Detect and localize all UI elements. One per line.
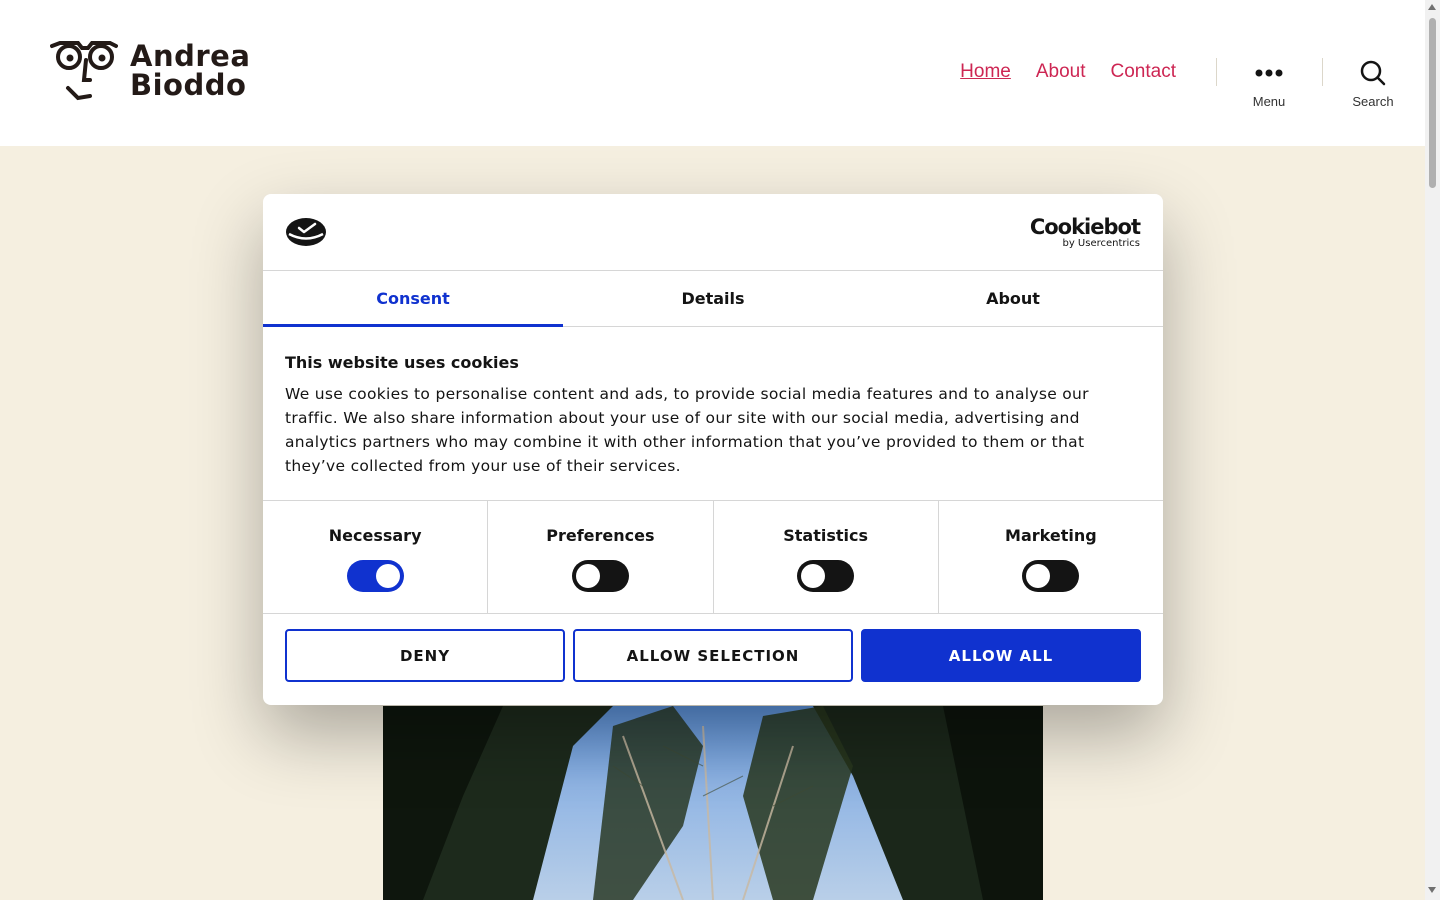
consent-description: This website uses cookies We use cookies… — [263, 327, 1163, 501]
glasses-face-logo-icon — [50, 41, 118, 101]
cookie-category-toggles: Necessary Preferences Statistics Marketi… — [263, 501, 1163, 614]
category-label: Marketing — [1005, 526, 1097, 545]
nav-link-home[interactable]: Home — [960, 61, 1011, 83]
header-divider — [1216, 58, 1217, 86]
nav-link-contact[interactable]: Contact — [1111, 61, 1176, 83]
tree-canopy-image — [383, 706, 1043, 900]
tab-details[interactable]: Details — [563, 271, 863, 326]
site-title: Andrea Bioddo — [130, 39, 251, 102]
category-label: Necessary — [328, 526, 422, 545]
deny-button[interactable]: DENY — [285, 629, 565, 682]
toggle-knob — [575, 564, 600, 588]
ellipsis-icon — [1255, 69, 1283, 77]
dialog-header: Cookiebot by Usercentrics — [263, 194, 1163, 271]
tab-about[interactable]: About — [863, 271, 1163, 326]
toggle-knob — [801, 564, 826, 588]
allow-selection-button[interactable]: ALLOW SELECTION — [573, 629, 853, 682]
toggle-knob — [375, 564, 400, 588]
scrollbar-thumb[interactable] — [1429, 18, 1436, 188]
dialog-tabs: Consent Details About — [263, 271, 1163, 327]
tab-consent[interactable]: Consent — [263, 271, 563, 327]
scroll-up-arrow-icon[interactable] — [1428, 4, 1436, 10]
category-necessary: Necessary — [263, 501, 489, 613]
search-toggle-label: Search — [1352, 94, 1394, 109]
cookiebot-logo[interactable]: Cookiebot by Usercentrics — [1030, 216, 1141, 250]
cookie-consent-dialog: Cookiebot by Usercentrics Consent Detail… — [263, 194, 1163, 705]
category-label: Preferences — [546, 526, 655, 545]
primary-nav: Home About Contact — [960, 61, 1176, 83]
site-logo[interactable]: Andrea Bioddo — [50, 40, 250, 102]
toggle-knob — [1026, 564, 1051, 588]
search-icon — [1360, 60, 1386, 86]
category-marketing: Marketing — [939, 501, 1163, 613]
consent-text: We use cookies to personalise content an… — [285, 385, 1089, 475]
search-toggle-button[interactable]: Search — [1333, 58, 1413, 109]
site-header: Andrea Bioddo Home About Contact Menu Se… — [0, 0, 1425, 146]
statistics-toggle[interactable] — [797, 560, 855, 592]
vertical-scrollbar[interactable] — [1425, 0, 1440, 900]
scroll-down-arrow-icon[interactable] — [1428, 887, 1436, 893]
category-label: Statistics — [783, 526, 868, 545]
category-preferences: Preferences — [488, 501, 714, 613]
nav-link-about[interactable]: About — [1036, 61, 1086, 83]
category-statistics: Statistics — [714, 501, 939, 613]
marketing-toggle[interactable] — [1022, 560, 1080, 592]
preferences-toggle[interactable] — [571, 560, 629, 592]
featured-image-forest-canopy — [383, 706, 1043, 900]
consent-heading: This website uses cookies — [285, 353, 519, 372]
necessary-toggle[interactable] — [346, 560, 404, 592]
menu-toggle-button[interactable]: Menu — [1229, 58, 1309, 109]
allow-all-button[interactable]: ALLOW ALL — [861, 629, 1141, 682]
consent-buttons: DENY ALLOW SELECTION ALLOW ALL — [263, 614, 1163, 682]
menu-toggle-label: Menu — [1252, 94, 1286, 109]
site-badge-icon — [286, 218, 326, 246]
header-divider — [1322, 58, 1323, 86]
